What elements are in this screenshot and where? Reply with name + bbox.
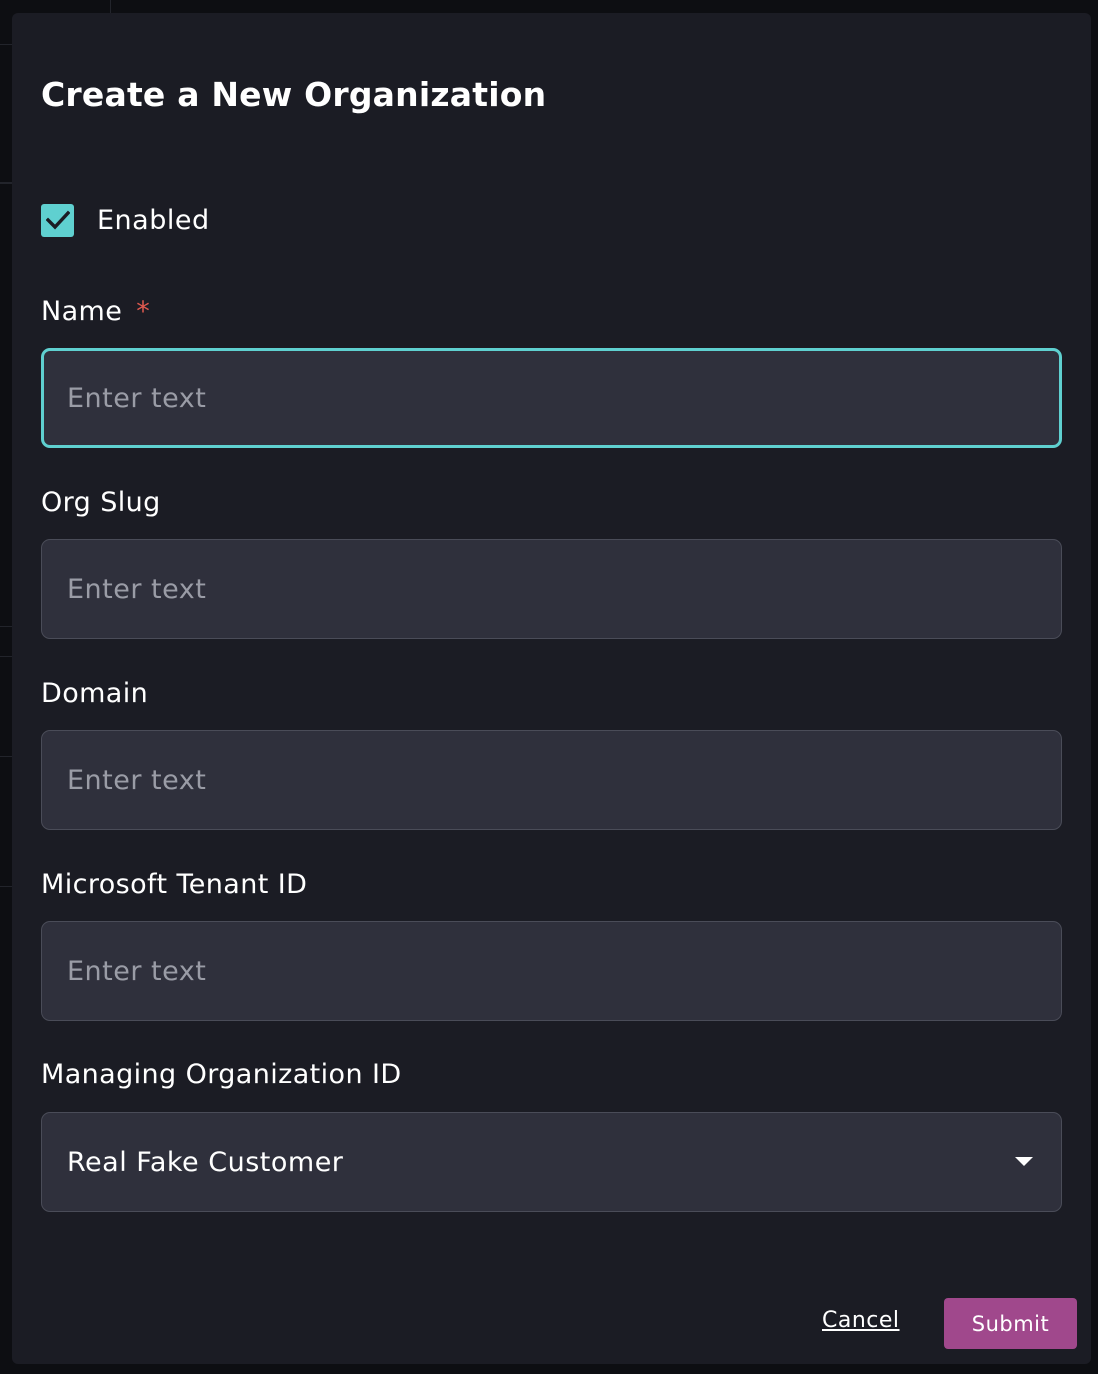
- name-input[interactable]: [41, 348, 1062, 448]
- enabled-checkbox[interactable]: [41, 203, 74, 237]
- org-slug-label: Org Slug: [41, 487, 161, 518]
- managing-organization-select[interactable]: Real Fake Customer: [41, 1112, 1062, 1212]
- microsoft-tenant-id-input[interactable]: [41, 921, 1062, 1021]
- caret-down-icon: [1015, 1157, 1033, 1166]
- org-slug-input[interactable]: [41, 539, 1062, 639]
- submit-button[interactable]: Submit: [944, 1298, 1077, 1349]
- required-marker: *: [136, 296, 151, 327]
- microsoft-tenant-id-label: Microsoft Tenant ID: [41, 869, 308, 900]
- domain-label: Domain: [41, 678, 149, 709]
- backdrop-divider: [110, 0, 111, 14]
- name-label-text: Name: [41, 296, 123, 327]
- domain-input[interactable]: [41, 730, 1062, 830]
- managing-organization-id-label: Managing Organization ID: [41, 1059, 402, 1090]
- dialog-title: Create a New Organization: [41, 75, 547, 114]
- checkmark-icon: [45, 210, 70, 230]
- managing-organization-selected-value: Real Fake Customer: [67, 1146, 344, 1178]
- name-field-label: Name *: [41, 296, 150, 327]
- enabled-label: Enabled: [97, 204, 210, 236]
- create-organization-dialog: Create a New Organization Enabled Name * …: [12, 13, 1091, 1364]
- cancel-button[interactable]: Cancel: [822, 1308, 900, 1333]
- enabled-checkbox-row[interactable]: Enabled: [41, 203, 210, 237]
